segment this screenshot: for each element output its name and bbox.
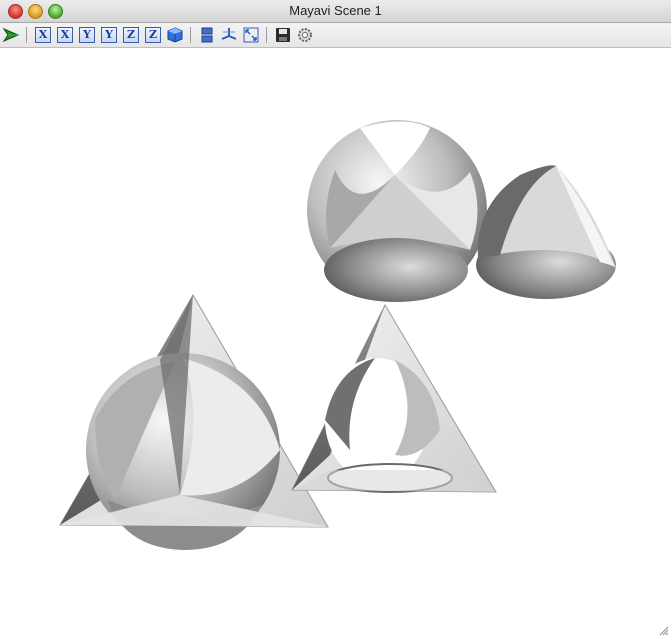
save-icon [276, 28, 290, 42]
toggle-axes-indicator-button[interactable] [220, 26, 238, 44]
hollow-tetrahedron [291, 303, 497, 493]
toggle-parallel-projection-button[interactable] [198, 26, 216, 44]
isometric-view-button[interactable] [166, 26, 184, 44]
view-minus-x-button[interactable]: X [57, 27, 73, 43]
configure-scene-button[interactable] [296, 26, 314, 44]
save-button[interactable] [274, 26, 292, 44]
3d-scene-viewport[interactable] [0, 48, 671, 638]
toolbar-separator [190, 27, 191, 43]
tetrahedron-with-sphere [59, 294, 329, 550]
toggle-parallel-projection-icon [201, 27, 213, 43]
toggle-axes-indicator-icon [221, 28, 237, 40]
window-title: Mayavi Scene 1 [289, 3, 382, 18]
view-plus-x-button[interactable]: X [35, 27, 51, 43]
scene-render [59, 120, 616, 550]
full-screen-button[interactable] [242, 26, 260, 44]
scene-toolbar: X X Y Y Z Z [0, 23, 671, 48]
view-minus-y-button[interactable]: Y [101, 27, 117, 43]
truncated-cone-shape [476, 165, 616, 299]
mayavi-window: Mayavi Scene 1 X X Y Y Z Z [0, 0, 671, 638]
toolbar-separator [266, 27, 267, 43]
isometric-view-icon [167, 27, 183, 43]
full-screen-icon [243, 27, 259, 43]
view-minus-z-button[interactable]: Z [145, 27, 161, 43]
title-bar[interactable]: Mayavi Scene 1 [0, 0, 671, 23]
view-plus-y-button[interactable]: Y [79, 27, 95, 43]
view-plus-z-button[interactable]: Z [123, 27, 139, 43]
mayavi-engine-button[interactable] [2, 26, 20, 44]
configure-icon [298, 28, 312, 42]
mayavi-engine-icon [2, 27, 20, 43]
toolbar-separator [26, 27, 27, 43]
resize-grip-icon[interactable] [657, 624, 669, 636]
sphere-cut-by-tetrahedron [307, 120, 487, 302]
